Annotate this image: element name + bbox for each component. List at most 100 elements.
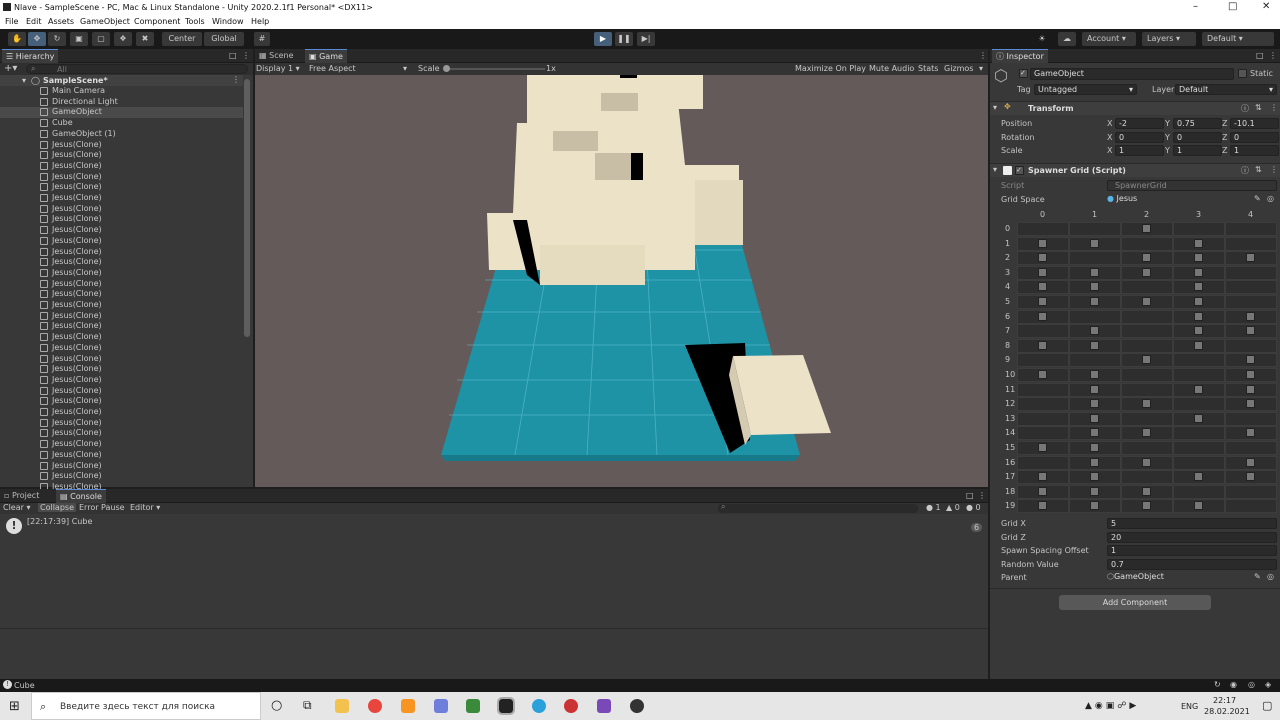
hierarchy-item[interactable]: Jesus(Clone) (0, 354, 243, 365)
grid-cell-checkbox[interactable] (1194, 326, 1203, 336)
menu-assets[interactable]: Assets (48, 17, 74, 26)
expand-arrow-icon[interactable]: ▾ (22, 76, 26, 85)
grid-cell-checkbox[interactable] (1246, 399, 1255, 409)
grid-snap-icon[interactable]: # (254, 32, 270, 46)
tab-game[interactable]: ▣ Game (305, 49, 347, 63)
object-picker-icon[interactable]: ◎ (1267, 194, 1274, 203)
editor-dropdown[interactable]: Editor ▾ (130, 503, 160, 512)
hierarchy-item[interactable]: Jesus(Clone) (0, 471, 243, 482)
grid-cell-checkbox[interactable] (1246, 311, 1255, 321)
hierarchy-scrollbar[interactable] (244, 79, 250, 337)
grid-cell-checkbox[interactable] (1246, 472, 1255, 482)
hierarchy-item[interactable]: Jesus(Clone) (0, 204, 243, 215)
windows-start-icon[interactable]: ⊞ (9, 699, 20, 714)
chrome-icon[interactable] (368, 699, 382, 713)
hierarchy-item[interactable]: GameObject (0, 107, 243, 119)
inspector-lock-icon[interactable]: □ (1256, 51, 1264, 60)
transform-value-field[interactable]: -10.1 (1230, 118, 1279, 129)
grid-cell-checkbox[interactable] (1090, 282, 1099, 292)
menu-edit[interactable]: Edit (26, 17, 42, 26)
transform-value-field[interactable]: 1 (1173, 145, 1222, 156)
minimize-icon[interactable]: – (1193, 1, 1198, 12)
collab-icon[interactable]: ☀ (1034, 32, 1050, 46)
error-pause-toggle[interactable]: Error Pause (79, 503, 125, 512)
hierarchy-item[interactable]: Jesus(Clone) (0, 396, 243, 407)
task-view-icon[interactable]: ⧉ (303, 698, 312, 713)
hierarchy-item[interactable]: Jesus(Clone) (0, 450, 243, 461)
pivot-global-button[interactable]: Global (204, 32, 244, 46)
maximize-on-play-toggle[interactable]: Maximize On Play (795, 64, 866, 73)
lock-icon[interactable]: □ (229, 51, 237, 60)
spawner-enabled-checkbox[interactable]: ✓ (1015, 166, 1024, 175)
hierarchy-item[interactable]: Jesus(Clone) (0, 214, 243, 225)
spawner-header[interactable]: ▾ ✓ Spawner Grid (Script) ⓘ ⇅ ⋮ (990, 163, 1280, 177)
gizmos-dropdown-icon[interactable]: ▾ (979, 64, 983, 73)
random-field[interactable]: 0.7 (1107, 559, 1277, 570)
transform-value-field[interactable]: 0 (1230, 131, 1279, 143)
taskbar-search-box[interactable]: ⌕ Введите здесь текст для поиска (31, 692, 261, 720)
parent-field[interactable]: ⬡GameObject (1107, 572, 1247, 583)
grid-cell-checkbox[interactable] (1142, 297, 1151, 306)
grid-cell-checkbox[interactable] (1142, 457, 1151, 467)
hierarchy-item[interactable]: Jesus(Clone) (0, 364, 243, 375)
clock-date[interactable]: 28.02.2021 (1204, 707, 1250, 716)
display-dropdown[interactable]: Display 1 ▾ (256, 64, 300, 73)
grid-cell-checkbox[interactable] (1090, 443, 1099, 452)
cloud-icon[interactable]: ☁ (1058, 32, 1076, 46)
grid-cell-checkbox[interactable] (1090, 384, 1099, 394)
edit-pencil-icon[interactable]: ✎ (1254, 194, 1261, 203)
help-icon[interactable]: ⓘ (1241, 103, 1249, 114)
axis-label[interactable]: Y (1165, 146, 1170, 155)
grid-cell-checkbox[interactable] (1090, 413, 1099, 423)
grid-cell-checkbox[interactable] (1194, 253, 1203, 263)
active-checkbox[interactable]: ✓ (1019, 69, 1028, 78)
tab-scene[interactable]: ▦ Scene (255, 49, 298, 63)
tab-inspector[interactable]: ⓘ Inspector (992, 49, 1048, 63)
language-indicator[interactable]: ENG (1181, 702, 1198, 711)
layers-dropdown[interactable]: Layers ▾ (1142, 32, 1196, 46)
hierarchy-item[interactable]: Jesus(Clone) (0, 386, 243, 397)
grid-cell-checkbox[interactable] (1142, 355, 1151, 365)
explorer-icon[interactable] (335, 699, 349, 713)
transform-value-field[interactable]: 0 (1115, 131, 1164, 143)
cortana-icon[interactable]: ○ (271, 698, 282, 713)
hierarchy-item[interactable]: Jesus(Clone) (0, 300, 243, 311)
gameobject-name-field[interactable]: GameObject (1030, 68, 1234, 80)
sublime-icon[interactable] (401, 699, 415, 713)
parent-picker-icon[interactable]: ◎ (1267, 572, 1274, 581)
add-component-button[interactable]: Add Component (1059, 595, 1211, 610)
telegram-icon[interactable] (532, 699, 546, 713)
grid-cell-checkbox[interactable] (1246, 326, 1255, 336)
inspector-kebab-icon[interactable]: ⋮ (1269, 51, 1277, 60)
grid-cell-checkbox[interactable] (1194, 311, 1203, 321)
hierarchy-item[interactable]: Directional Light (0, 97, 243, 108)
collapse-toggle[interactable]: Collapse (38, 503, 76, 512)
grid-cell-checkbox[interactable] (1038, 253, 1047, 263)
menu-file[interactable]: File (5, 17, 18, 26)
hierarchy-item[interactable]: Jesus(Clone) (0, 161, 243, 172)
axis-label[interactable]: Z (1222, 146, 1227, 155)
play-button[interactable]: ▶ (594, 32, 612, 46)
grid-cell-checkbox[interactable] (1194, 297, 1203, 306)
grid-cell-checkbox[interactable] (1090, 267, 1099, 277)
console-kebab-icon[interactable]: ⋮ (978, 491, 986, 500)
steam-icon[interactable] (564, 699, 578, 713)
spawner-foldout-icon[interactable]: ▾ (993, 165, 997, 174)
hierarchy-item[interactable]: Jesus(Clone) (0, 289, 243, 300)
axis-label[interactable]: X (1107, 119, 1112, 128)
transform-tool-icon[interactable]: ❖ (114, 32, 132, 46)
menu-tools[interactable]: Tools (185, 17, 205, 26)
hierarchy-item[interactable]: Jesus(Clone) (0, 461, 243, 472)
grid-cell-checkbox[interactable] (1246, 457, 1255, 467)
status-text[interactable]: Cube (14, 681, 35, 690)
tag-dropdown[interactable]: Untagged ▾ (1034, 84, 1137, 95)
grid-cell-checkbox[interactable] (1090, 501, 1099, 511)
console-search-input[interactable]: ⌕ (718, 502, 918, 513)
hierarchy-item[interactable]: Jesus(Clone) (0, 140, 243, 151)
foldout-arrow-icon[interactable]: ▾ (993, 103, 997, 112)
layer-dropdown[interactable]: Default ▾ (1175, 84, 1277, 95)
axis-label[interactable]: Z (1222, 119, 1227, 128)
log-entry[interactable]: ! [22:17:39] Cube 6 (0, 515, 988, 537)
axis-label[interactable]: Y (1165, 133, 1170, 142)
hierarchy-item[interactable]: GameObject (1) (0, 129, 243, 140)
